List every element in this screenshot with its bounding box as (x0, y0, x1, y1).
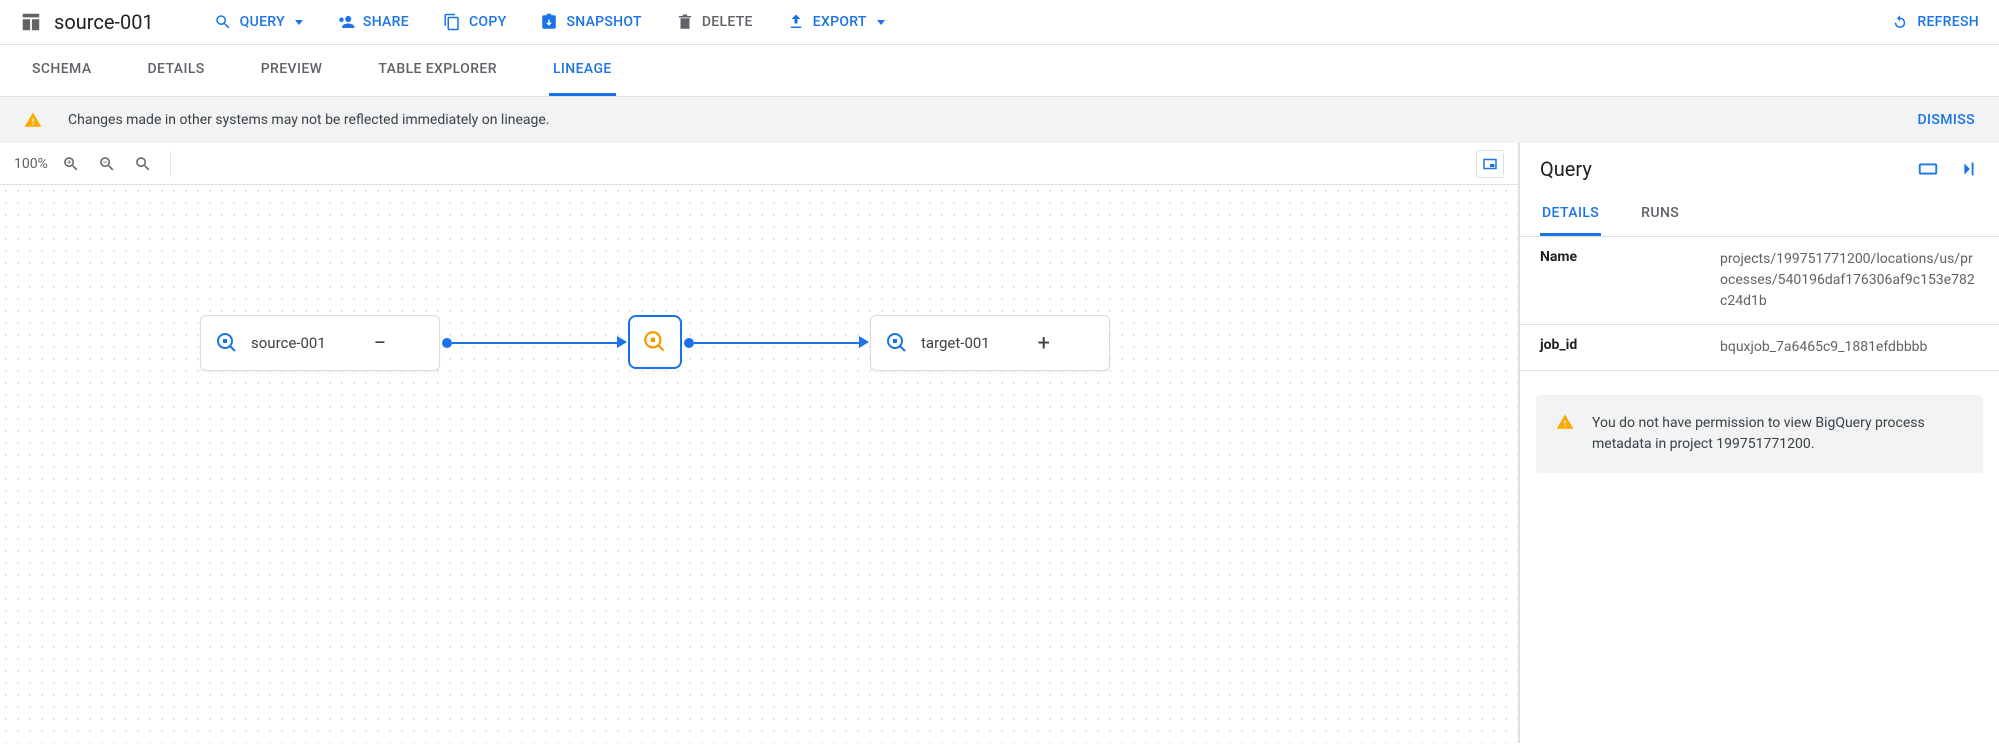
panel-tab-runs[interactable]: RUNS (1639, 195, 1681, 236)
share-label: SHARE (363, 14, 409, 30)
query-button[interactable]: QUERY (214, 13, 303, 31)
canvas-toolbar: 100% (0, 143, 1518, 185)
node-target[interactable]: target-001 + (870, 315, 1110, 371)
info-banner: Changes made in other systems may not be… (0, 97, 1999, 143)
node-source[interactable]: source-001 − (200, 315, 440, 371)
refresh-button[interactable]: REFRESH (1891, 13, 1979, 31)
zoom-out-button[interactable] (94, 151, 120, 177)
delete-button[interactable]: DELETE (676, 13, 753, 31)
page-header: source-001 QUERY SHARE COPY SNAPSHOT DEL… (0, 0, 1999, 45)
table-icon (20, 11, 42, 33)
tab-details[interactable]: DETAILS (144, 45, 209, 96)
tabbar: SCHEMA DETAILS PREVIEW TABLE EXPLORER LI… (0, 45, 1999, 97)
lineage-canvas-wrap: 100% source-001 (0, 143, 1519, 743)
bigquery-icon (215, 331, 239, 355)
panel-collapse-button[interactable] (1957, 158, 1979, 180)
panel-layout-button[interactable] (1917, 158, 1939, 180)
row-jobid-key: job_id (1540, 337, 1720, 358)
copy-button[interactable]: COPY (443, 13, 506, 31)
expand-icon[interactable]: + (1032, 331, 1056, 356)
permission-warning-text: You do not have permission to view BigQu… (1592, 413, 1963, 455)
refresh-label: REFRESH (1917, 14, 1979, 30)
warning-icon (24, 111, 42, 129)
row-name-key: Name (1540, 249, 1720, 312)
snapshot-label: SNAPSHOT (566, 14, 641, 30)
banner-message: Changes made in other systems may not be… (68, 112, 550, 128)
panel-tab-details[interactable]: DETAILS (1540, 195, 1601, 236)
panel-tabbar: DETAILS RUNS (1520, 195, 1999, 237)
snapshot-button[interactable]: SNAPSHOT (540, 13, 641, 31)
row-jobid-value: bquxjob_7a6465c9_1881efdbbbb (1720, 337, 1979, 358)
delete-label: DELETE (702, 14, 753, 30)
query-label: QUERY (240, 14, 285, 30)
zoom-reset-button[interactable] (130, 151, 156, 177)
arrow-icon (859, 336, 869, 348)
copy-label: COPY (469, 14, 506, 30)
row-name-value: projects/199751771200/locations/us/proce… (1720, 249, 1979, 312)
node-target-label: target-001 (921, 334, 990, 352)
tab-schema[interactable]: SCHEMA (28, 45, 96, 96)
export-button[interactable]: EXPORT (787, 13, 885, 31)
panel-title: Query (1540, 157, 1592, 181)
chevron-down-icon (295, 20, 303, 25)
minimap-button[interactable] (1476, 150, 1504, 178)
chevron-down-icon (877, 20, 885, 25)
page-title: source-001 (54, 10, 154, 34)
details-panel: Query DETAILS RUNS Name projects/1997517… (1519, 143, 1999, 743)
warning-icon (1556, 413, 1574, 455)
row-jobid: job_id bquxjob_7a6465c9_1881efdbbbb (1520, 325, 1999, 371)
tab-table-explorer[interactable]: TABLE EXPLORER (374, 45, 501, 96)
zoom-in-button[interactable] (58, 151, 84, 177)
lineage-edge (694, 342, 859, 344)
permission-warning: You do not have permission to view BigQu… (1536, 395, 1983, 473)
export-label: EXPORT (813, 14, 867, 30)
tab-lineage[interactable]: LINEAGE (549, 45, 616, 96)
edge-dot (684, 338, 694, 348)
lineage-edge (452, 342, 617, 344)
lineage-canvas[interactable]: source-001 − target-001 + (0, 185, 1518, 743)
collapse-icon[interactable]: − (368, 331, 392, 356)
share-button[interactable]: SHARE (337, 13, 409, 31)
tab-preview[interactable]: PREVIEW (257, 45, 327, 96)
arrow-icon (617, 336, 627, 348)
dismiss-button[interactable]: DISMISS (1917, 112, 1975, 128)
node-source-label: source-001 (251, 334, 326, 352)
row-name: Name projects/199751771200/locations/us/… (1520, 237, 1999, 325)
edge-dot (442, 338, 452, 348)
bigquery-icon (885, 331, 909, 355)
zoom-level: 100% (14, 156, 48, 172)
node-process[interactable] (628, 315, 682, 369)
toolbar: QUERY SHARE COPY SNAPSHOT DELETE EXPORT (214, 13, 885, 31)
